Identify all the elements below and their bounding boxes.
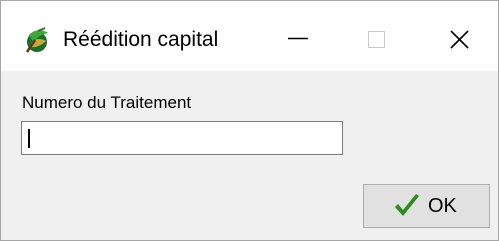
maximize-button[interactable] bbox=[337, 1, 415, 71]
text-caret bbox=[28, 129, 30, 148]
close-icon bbox=[450, 30, 469, 49]
dialog-body: Numero du Traitement OK bbox=[1, 71, 498, 240]
ok-button-label: OK bbox=[428, 195, 457, 217]
numero-traitement-label: Numero du Traitement bbox=[22, 93, 192, 112]
ok-button[interactable]: OK bbox=[363, 184, 490, 228]
checkmark-icon bbox=[393, 193, 421, 219]
numero-traitement-input[interactable] bbox=[21, 121, 343, 155]
leaf-globe-app-icon bbox=[21, 25, 51, 55]
title-bar[interactable]: Réédition capital bbox=[1, 1, 498, 71]
window-title: Réédition capital bbox=[63, 28, 219, 51]
minimize-icon bbox=[288, 37, 308, 40]
maximize-icon bbox=[368, 31, 385, 48]
close-button[interactable] bbox=[415, 1, 493, 71]
minimize-button[interactable] bbox=[259, 1, 337, 71]
dialog-window: Réédition capital Numero du Traitement O… bbox=[0, 0, 499, 241]
